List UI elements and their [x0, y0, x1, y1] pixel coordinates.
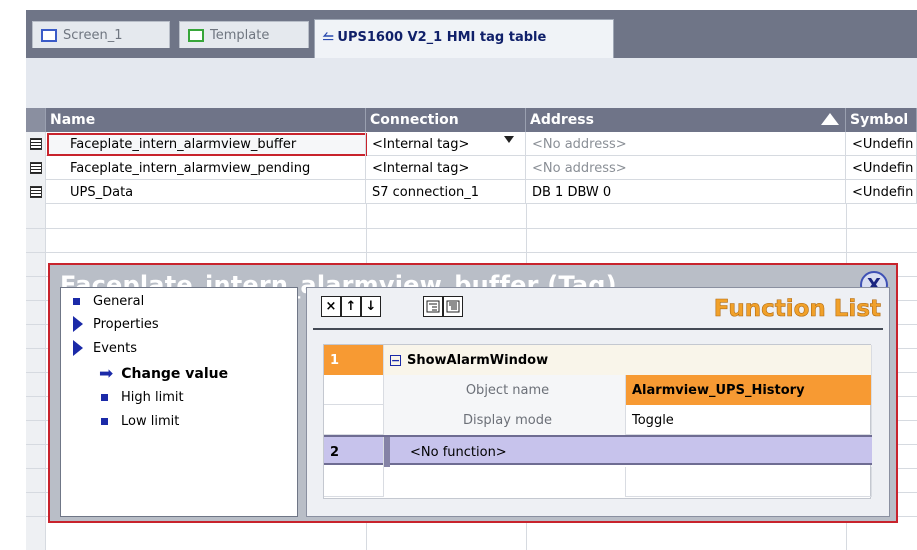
indent-toolbar — [423, 296, 463, 317]
function-list-panel: × ↑ ↓ Function List 1 − ShowAlarmWindow — [306, 287, 890, 517]
connection-cell[interactable]: <Internal tag> — [366, 132, 526, 156]
divider — [313, 328, 883, 330]
table-row[interactable]: Faceplate_intern_alarmview_buffer <Inter… — [26, 132, 917, 156]
function-row[interactable]: 2 <No function> — [324, 435, 872, 467]
selected-arrow-icon: ➡ — [99, 364, 114, 384]
tree-item-change-value[interactable]: ➡ Change value — [99, 364, 228, 384]
symbol-cell[interactable]: <Undefin — [846, 180, 917, 204]
move-up-button[interactable]: ↑ — [341, 296, 361, 317]
column-header-label: Address — [530, 112, 594, 128]
column-header-connection[interactable]: Connection — [366, 108, 526, 132]
function-number: 1 — [324, 345, 384, 375]
move-down-button[interactable]: ↓ — [361, 296, 381, 317]
function-number: 2 — [324, 437, 384, 467]
header-gutter — [26, 108, 46, 132]
column-header-name[interactable]: Name — [46, 108, 366, 132]
tag-name-cell[interactable]: UPS_Data — [46, 180, 366, 204]
tree-item-label: Change value — [121, 366, 229, 382]
tab-template[interactable]: Template — [179, 21, 309, 48]
tree-item-label: Properties — [93, 316, 159, 332]
collapse-icon[interactable]: − — [390, 354, 401, 366]
parameter-value[interactable]: Alarmview_UPS_History — [626, 375, 872, 405]
tag-row-icon — [29, 162, 42, 174]
tag-properties-popup: Faceplate_intern_alarmview_buffer (Tag) … — [48, 263, 898, 523]
chevron-down-icon[interactable] — [504, 136, 514, 143]
row-number-cell — [324, 467, 384, 497]
function-row[interactable]: 1 − ShowAlarmWindow — [324, 345, 872, 375]
delete-function-button[interactable]: × — [321, 296, 341, 317]
connection-value: <Internal tag> — [372, 136, 470, 152]
tree-item-label: High limit — [121, 390, 184, 405]
empty-row — [324, 467, 872, 497]
column-header-symbol[interactable]: Symbol — [846, 108, 917, 132]
parameter-value[interactable]: Toggle — [626, 405, 872, 435]
empty-row-line — [26, 252, 917, 253]
table-row[interactable]: Faceplate_intern_alarmview_pending <Inte… — [26, 156, 917, 180]
function-name-cell[interactable]: − ShowAlarmWindow — [384, 345, 872, 375]
tree-item-label: Low limit — [121, 414, 180, 429]
editor-tab-bar: Screen_1 Template ⥪ UPS1600 V2_1 HMI tag… — [26, 10, 917, 59]
tree-item-general[interactable]: General — [73, 294, 144, 309]
row-gutter — [26, 204, 46, 550]
bullet-icon — [101, 394, 108, 401]
expand-all-icon[interactable] — [443, 296, 463, 317]
function-name[interactable]: <No function> — [404, 437, 872, 467]
toolbar-strip — [26, 58, 917, 108]
empty-row-line — [26, 228, 917, 229]
screen-icon — [41, 28, 57, 42]
symbol-cell[interactable]: <Undefin — [846, 132, 917, 156]
empty-cell — [384, 467, 626, 497]
parameter-label: Object name — [384, 375, 626, 405]
tree-item-label: General — [93, 294, 145, 309]
tag-name-cell[interactable]: Faceplate_intern_alarmview_pending — [46, 156, 366, 180]
parameter-row[interactable]: Display mode Toggle — [324, 405, 872, 435]
tag-row-icon — [29, 186, 42, 198]
expand-arrow-icon — [73, 316, 83, 332]
connection-cell[interactable]: <Internal tag> — [366, 156, 526, 180]
function-table: 1 − ShowAlarmWindow Object name Alarmvie… — [323, 344, 872, 499]
row-handle[interactable] — [26, 156, 46, 180]
property-tree: General Properties Events ➡ Change value… — [60, 287, 298, 517]
row-number-cell — [324, 375, 384, 405]
expand-arrow-icon — [73, 340, 83, 356]
tab-label: Template — [210, 27, 270, 43]
table-row[interactable]: UPS_Data S7 connection_1 DB 1 DBW 0 <Und… — [26, 180, 917, 204]
row-handle[interactable] — [26, 132, 46, 156]
tag-row-icon — [29, 138, 42, 150]
connection-cell[interactable]: S7 connection_1 — [366, 180, 526, 204]
row-number-cell — [324, 405, 384, 435]
bullet-icon — [101, 418, 108, 425]
row-marker — [384, 437, 390, 467]
function-name: ShowAlarmWindow — [407, 352, 549, 368]
tree-item-events[interactable]: Events — [73, 340, 137, 356]
parameter-label: Display mode — [384, 405, 626, 435]
tree-item-high-limit[interactable]: High limit — [101, 390, 184, 405]
tag-table-icon: ⥪ — [323, 30, 334, 45]
table-header: Name Connection Address Symbol — [26, 108, 917, 132]
row-handle[interactable] — [26, 180, 46, 204]
template-icon — [188, 28, 204, 42]
tree-item-label: Events — [93, 340, 138, 356]
address-cell[interactable]: <No address> — [526, 156, 846, 180]
tab-hmi-tag-table[interactable]: ⥪ UPS1600 V2_1 HMI tag table — [314, 19, 614, 59]
collapse-icon[interactable] — [423, 296, 443, 317]
tab-label: UPS1600 V2_1 HMI tag table — [337, 30, 547, 45]
tag-name-cell[interactable]: Faceplate_intern_alarmview_buffer — [46, 132, 366, 156]
function-toolbar: × ↑ ↓ — [321, 296, 381, 317]
symbol-cell[interactable]: <Undefin — [846, 156, 917, 180]
bullet-icon — [73, 298, 80, 305]
tree-item-properties[interactable]: Properties — [73, 316, 159, 332]
tab-label: Screen_1 — [63, 27, 123, 43]
address-cell[interactable]: DB 1 DBW 0 — [526, 180, 846, 204]
column-header-address[interactable]: Address — [526, 108, 846, 132]
empty-cell — [626, 467, 872, 497]
tab-screen-1[interactable]: Screen_1 — [32, 21, 170, 48]
parameter-row[interactable]: Object name Alarmview_UPS_History — [324, 375, 872, 405]
function-list-title: Function List — [713, 296, 881, 323]
address-cell[interactable]: <No address> — [526, 132, 846, 156]
tree-item-low-limit[interactable]: Low limit — [101, 414, 179, 429]
sort-ascending-icon — [821, 113, 839, 125]
